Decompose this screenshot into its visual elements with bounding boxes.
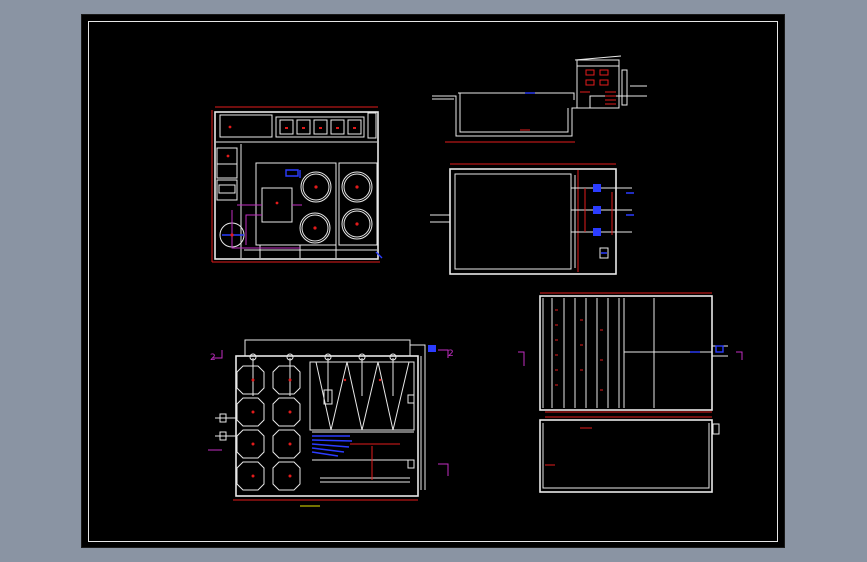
section-view-bottom-right bbox=[539, 416, 720, 493]
section-mark-left: 2 bbox=[210, 353, 216, 363]
plan-view-bottom-right bbox=[518, 292, 743, 413]
plan-view-bottom-left: 2 2 bbox=[208, 339, 454, 507]
plan-view-top-left bbox=[211, 106, 383, 263]
section-mark-right: 2 bbox=[448, 349, 454, 359]
cad-drawing: 2 2 bbox=[208, 55, 743, 507]
section-view-top-right bbox=[432, 55, 647, 143]
cad-viewport[interactable]: 2 2 bbox=[0, 0, 867, 562]
plan-view-middle-right bbox=[430, 163, 634, 275]
